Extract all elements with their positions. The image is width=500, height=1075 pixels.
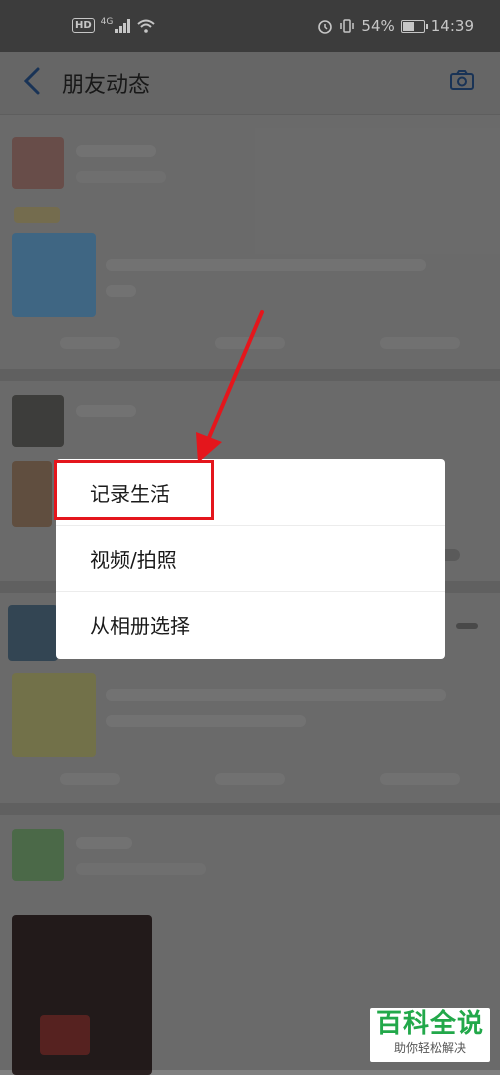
watermark-logo: 百科全说 助你轻松解决 [370, 1008, 490, 1062]
menu-item-label: 视频/拍照 [90, 548, 177, 572]
watermark-subtitle: 助你轻松解决 [393, 1041, 466, 1055]
menu-item-video-photo[interactable]: 视频/拍照 [56, 525, 445, 591]
watermark-title: 百科全说 [375, 1009, 484, 1039]
highlight-box [54, 460, 214, 520]
menu-item-label: 从相册选择 [90, 614, 190, 638]
menu-item-choose-from-album[interactable]: 从相册选择 [56, 591, 445, 657]
